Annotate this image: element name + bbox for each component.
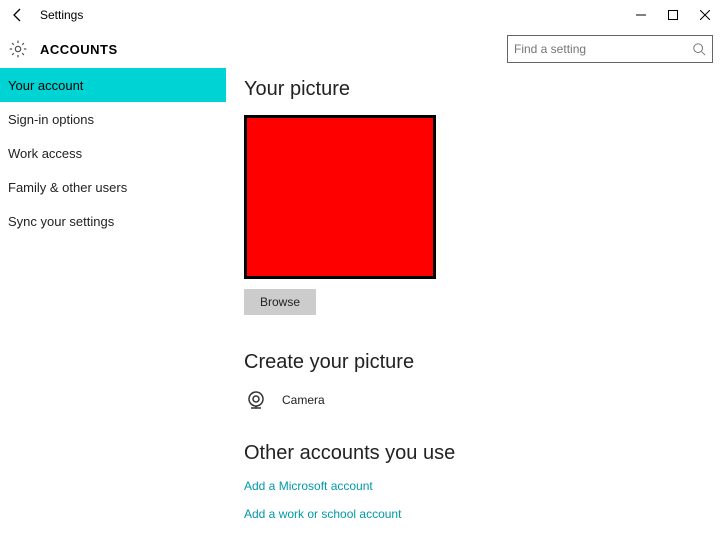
sidebar-item-sync-your-settings[interactable]: Sync your settings <box>0 204 226 238</box>
your-picture-heading: Your picture <box>244 78 703 101</box>
minimize-button[interactable] <box>625 0 657 30</box>
close-button[interactable] <box>689 0 721 30</box>
titlebar: Settings <box>0 0 721 30</box>
back-button[interactable] <box>8 5 28 25</box>
sidebar-item-label: Sign-in options <box>8 112 94 127</box>
add-microsoft-account-link[interactable]: Add a Microsoft account <box>244 479 703 493</box>
titlebar-left: Settings <box>8 5 83 25</box>
arrow-left-icon <box>10 7 26 23</box>
profile-picture <box>244 115 436 279</box>
add-work-school-account-link[interactable]: Add a work or school account <box>244 507 703 521</box>
sidebar-item-label: Work access <box>8 146 82 161</box>
spacer <box>244 315 703 351</box>
sidebar: Your account Sign-in options Work access… <box>0 68 226 537</box>
sidebar-item-work-access[interactable]: Work access <box>0 136 226 170</box>
search-icon <box>692 42 706 56</box>
browse-button[interactable]: Browse <box>244 289 316 315</box>
gear-icon <box>8 39 28 59</box>
search-box[interactable] <box>507 35 713 63</box>
camera-option[interactable]: Camera <box>244 388 703 412</box>
sidebar-item-label: Family & other users <box>8 180 127 195</box>
sidebar-item-your-account[interactable]: Your account <box>0 68 226 102</box>
minimize-icon <box>636 10 646 20</box>
create-picture-heading: Create your picture <box>244 351 703 374</box>
camera-icon <box>244 388 268 412</box>
maximize-icon <box>668 10 678 20</box>
titlebar-title: Settings <box>40 8 83 22</box>
main-content: Your picture Browse Create your picture … <box>226 68 721 537</box>
sidebar-item-family-other-users[interactable]: Family & other users <box>0 170 226 204</box>
spacer <box>244 412 703 442</box>
search-input[interactable] <box>514 42 692 56</box>
sidebar-item-label: Sync your settings <box>8 214 114 229</box>
body: Your account Sign-in options Work access… <box>0 68 721 537</box>
browse-button-label: Browse <box>260 295 300 309</box>
other-accounts-heading: Other accounts you use <box>244 442 703 465</box>
sidebar-item-label: Your account <box>8 78 83 93</box>
maximize-button[interactable] <box>657 0 689 30</box>
header: ACCOUNTS <box>0 30 721 68</box>
header-left: ACCOUNTS <box>8 39 118 59</box>
window-controls <box>625 0 721 30</box>
sidebar-item-sign-in-options[interactable]: Sign-in options <box>0 102 226 136</box>
camera-label: Camera <box>282 393 325 407</box>
header-title: ACCOUNTS <box>40 42 118 57</box>
close-icon <box>700 10 710 20</box>
